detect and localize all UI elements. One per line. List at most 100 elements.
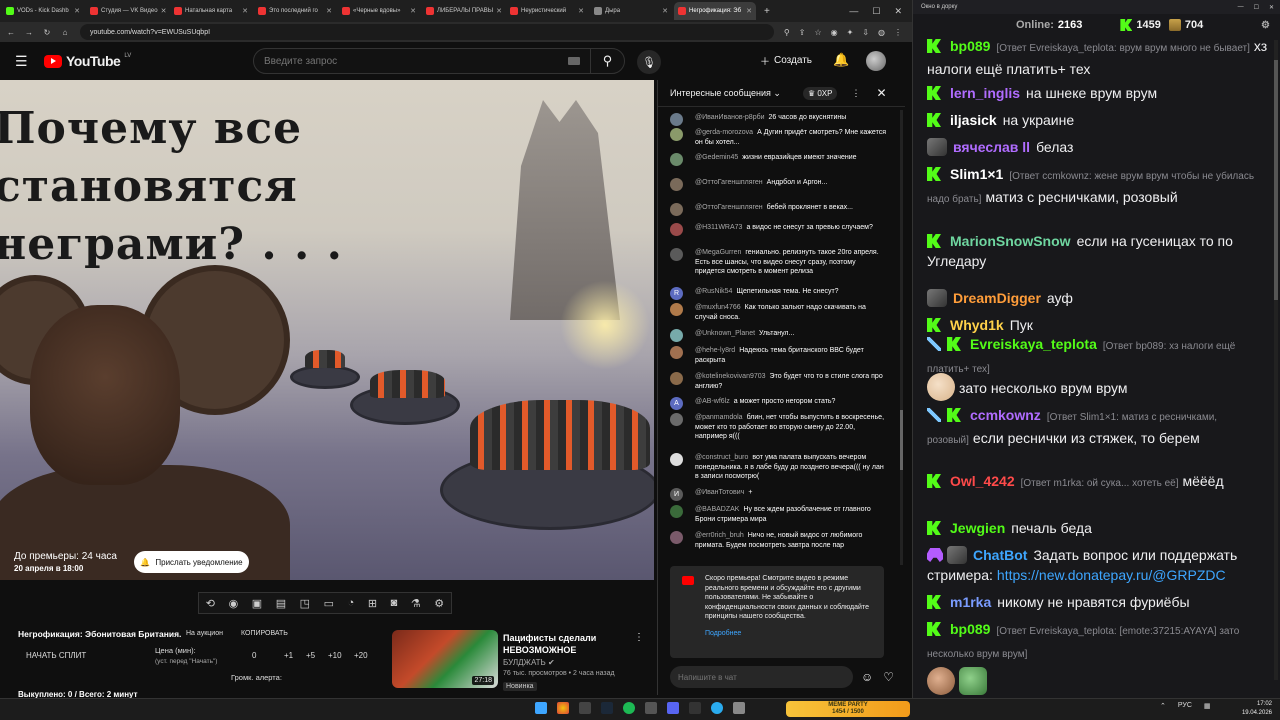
chat-message[interactable]: @construct_buro вот ума палата выпускать …: [670, 453, 886, 482]
browser-tab[interactable]: Натальная карта ✕: [170, 2, 252, 20]
maximize-icon[interactable]: ☐: [1254, 4, 1259, 11]
chat-message[interactable]: @err0rich_bruh Ничо не, новый видос от лю…: [670, 531, 886, 550]
kick-chat-message[interactable]: вячеслав ll белаз: [927, 137, 1269, 157]
kick-username[interactable]: lern_inglis: [950, 85, 1020, 101]
tab-close-icon[interactable]: ✕: [161, 7, 167, 15]
chat-avatar[interactable]: [670, 113, 683, 126]
chat-avatar[interactable]: R: [670, 287, 683, 300]
chat-menu-icon[interactable]: ⋮: [851, 88, 860, 99]
chat-avatar[interactable]: [670, 329, 683, 342]
tab-close-icon[interactable]: ✕: [74, 7, 80, 15]
chat-message[interactable]: @gerda-morozova А Дугин придёт смотреть? …: [670, 128, 886, 147]
reply-quote[interactable]: [Ответ Evreiskaya_teplota: врум врум мно…: [996, 43, 1249, 54]
kick-username[interactable]: ccmkownz: [970, 407, 1041, 423]
start-split-button[interactable]: НАЧАТЬ СПЛИТ: [26, 651, 86, 660]
notify-button[interactable]: 🔔 Прислать уведомление: [134, 551, 249, 573]
tab-close-icon[interactable]: ✕: [242, 7, 248, 15]
share-icon[interactable]: ⇪: [799, 28, 806, 37]
youtube-logo[interactable]: YouTube LV: [44, 53, 131, 69]
kick-username[interactable]: DreamDigger: [953, 290, 1041, 306]
chat-input[interactable]: [670, 666, 853, 688]
download-icon[interactable]: ⇩: [862, 28, 869, 37]
chat-message[interactable]: @panmamdola блин, нет чтобы выпустить в в…: [670, 413, 886, 442]
chat-avatar[interactable]: [670, 153, 683, 166]
search-icon[interactable]: ⚲: [590, 49, 624, 73]
app-icon[interactable]: [645, 702, 657, 714]
settings-icon[interactable]: ⚙: [1261, 20, 1270, 31]
windows-start-icon[interactable]: [535, 702, 547, 714]
chat-avatar[interactable]: [670, 505, 683, 518]
kick-chat-message[interactable]: Whyd1k Пук: [927, 315, 1269, 335]
chat-author[interactable]: @Unknown_Planet: [695, 330, 755, 337]
kick-chat-message[interactable]: MarionSnowSnow если на гусеницах то по Уг…: [927, 231, 1269, 271]
new-tab-icon[interactable]: +: [764, 6, 770, 17]
chat-avatar[interactable]: И: [670, 488, 683, 501]
step-button[interactable]: +1: [284, 651, 293, 660]
chat-author[interactable]: @err0rich_bruh: [695, 532, 744, 539]
kick-chat-message[interactable]: Owl_4242 [Ответ m1rka: ой сука... хотеть …: [927, 471, 1269, 494]
auction-link[interactable]: На аукцион: [186, 630, 223, 637]
copy-button[interactable]: КОПИРОВАТЬ: [241, 630, 288, 637]
meme-party-widget[interactable]: MEME PARTY 1454 / 1500: [786, 701, 910, 717]
chat-message[interactable]: @muxfun4766 Как только зальют надо скачив…: [670, 303, 886, 322]
chat-message[interactable]: @ИванИванов-р8рби 26 часов до вкуснятины: [670, 113, 886, 126]
kick-username[interactable]: Evreiskaya_teplota: [970, 336, 1097, 352]
tab-close-icon[interactable]: ✕: [410, 7, 416, 15]
browser-tab[interactable]: ЛИБЕРАЛЫ ПРАВЫ ✕: [422, 2, 504, 20]
chat-message[interactable]: @MegaGurren гениально. релизнуть такое 20…: [670, 248, 886, 277]
recommended-info[interactable]: Пацифисты сделали НЕВОЗМОЖНОЕ БУЛДЖАТЬ ✔…: [503, 632, 633, 691]
chat-author[interactable]: @construct_buro: [695, 454, 748, 461]
camera-icon[interactable]: ◙: [391, 597, 398, 609]
kick-chat-message[interactable]: bp089 [Ответ Evreiskaya_teplota: [emote:3…: [927, 619, 1269, 695]
kick-username[interactable]: iljasick: [950, 112, 997, 128]
create-button[interactable]: ＋ Создать: [760, 53, 812, 68]
clock[interactable]: 17:02 19.04.2026: [1228, 700, 1272, 718]
kick-username[interactable]: ChatBot: [973, 547, 1027, 563]
chat-avatar[interactable]: [670, 372, 683, 385]
chat-author[interactable]: @BABADZAK: [695, 506, 739, 513]
recommended-title[interactable]: Пацифисты сделали НЕВОЗМОЖНОЕ: [503, 632, 633, 656]
kick-chat-message[interactable]: m1rka никому не нравятся фуриёбы: [927, 592, 1269, 612]
menu-icon[interactable]: ⋮: [894, 28, 902, 37]
donate-link[interactable]: https://new.donatepay.ru/@GRPZDC: [997, 567, 1226, 583]
kick-username[interactable]: m1rka: [950, 594, 991, 610]
learn-more-link[interactable]: Подробнее: [705, 629, 876, 639]
step-button[interactable]: +20: [354, 651, 368, 660]
puzzle-icon[interactable]: ✦: [847, 28, 854, 37]
step-button[interactable]: +5: [306, 651, 315, 660]
step-button[interactable]: +10: [328, 651, 342, 660]
price-value[interactable]: 0: [252, 651, 256, 660]
kick-username[interactable]: Owl_4242: [950, 473, 1015, 489]
chat-avatar[interactable]: [670, 346, 683, 359]
chat-avatar[interactable]: [670, 223, 683, 236]
close-chat-icon[interactable]: ✕: [876, 86, 886, 100]
chat-avatar[interactable]: [670, 203, 683, 216]
close-icon[interactable]: ✕: [1269, 4, 1274, 11]
kick-username[interactable]: Slim1×1: [950, 166, 1003, 182]
forward-icon[interactable]: →: [22, 28, 36, 37]
chat-author[interactable]: @RusNik54: [695, 288, 732, 295]
chat-avatar[interactable]: [670, 128, 683, 141]
kick-username[interactable]: Jewgien: [950, 520, 1005, 536]
language-indicator[interactable]: РУС: [1178, 702, 1192, 710]
chat-mode-select[interactable]: Интересные сообщения ⌄: [670, 88, 781, 99]
video-player[interactable]: Почему все становятся неграми? . . . До …: [0, 80, 654, 580]
kick-chat-message[interactable]: Jewgien печаль беда: [927, 518, 1269, 538]
keyboard-icon[interactable]: [568, 57, 580, 65]
bookmark-icon[interactable]: ☆: [814, 28, 821, 37]
microphone-icon[interactable]: 🎙: [637, 50, 661, 74]
kick-username[interactable]: вячеслав ll: [953, 139, 1030, 155]
tab-close-icon[interactable]: ✕: [662, 7, 668, 15]
chat-avatar[interactable]: [670, 248, 683, 261]
kick-chat-message[interactable]: зато несколько врум врум: [927, 373, 1269, 401]
emoji-icon[interactable]: ☺: [861, 670, 873, 684]
search-input[interactable]: [254, 55, 568, 67]
chat-avatar[interactable]: A: [670, 397, 683, 410]
browser-tab[interactable]: Дыра ✕: [590, 2, 672, 20]
minimize-icon[interactable]: —: [849, 6, 858, 17]
close-icon[interactable]: ✕: [894, 6, 902, 17]
chat-author[interactable]: @kotelinekovivan9703: [695, 373, 766, 380]
chat-avatar[interactable]: [670, 303, 683, 316]
screen-icon[interactable]: ▣: [252, 597, 262, 610]
chat-author[interactable]: @H311WRA73: [695, 224, 742, 231]
